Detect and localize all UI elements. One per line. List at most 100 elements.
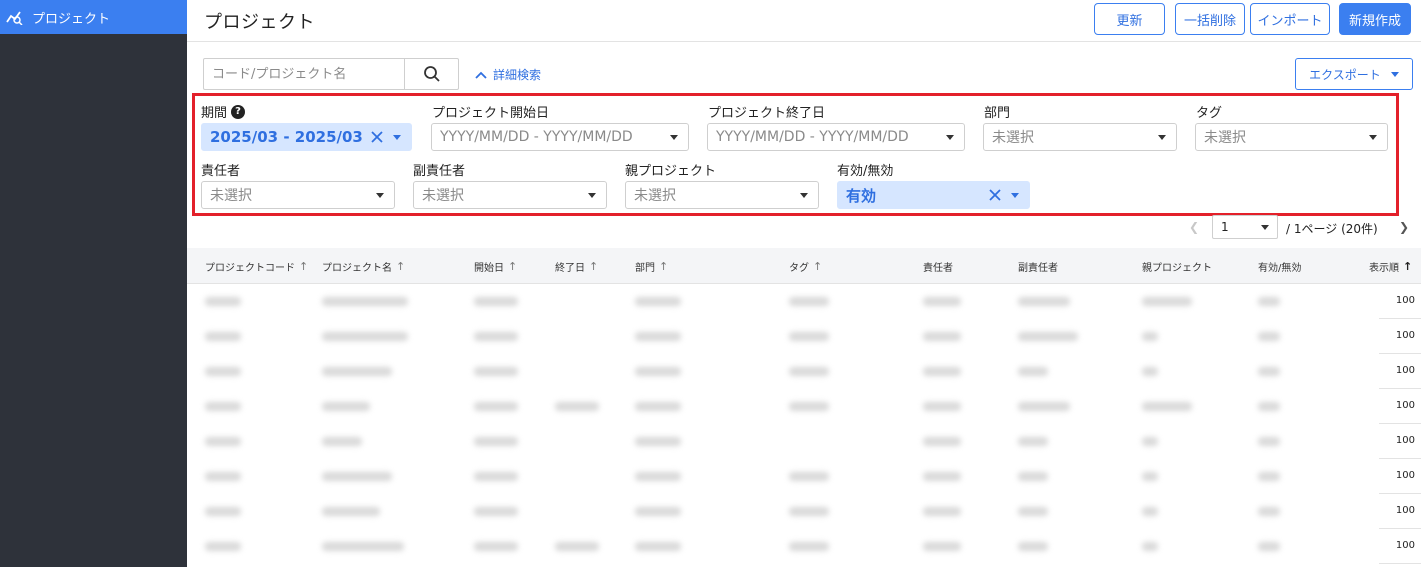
display-order-cell: 100	[1395, 505, 1415, 516]
manager-select[interactable]: 未選択	[201, 181, 395, 209]
obscured-cell	[1142, 297, 1192, 306]
obscured-cell	[635, 472, 681, 481]
obscured-cell	[474, 507, 518, 516]
create-new-button[interactable]: 新規作成	[1339, 3, 1411, 35]
department-placeholder: 未選択	[992, 130, 1034, 146]
active-status-select[interactable]: 有効	[837, 181, 1030, 209]
table-row[interactable]: 100	[187, 354, 1421, 389]
caret-down-icon	[1261, 225, 1269, 230]
import-button[interactable]: インポート	[1250, 3, 1330, 35]
obscured-cell	[789, 402, 829, 411]
clear-icon[interactable]	[987, 187, 1003, 203]
obscured-cell	[1258, 507, 1280, 516]
obscured-cell	[474, 332, 518, 341]
department-select[interactable]: 未選択	[983, 123, 1177, 151]
column-header-label: 副責任者	[1018, 263, 1058, 274]
table-row[interactable]: 100	[187, 424, 1421, 459]
active-status-value: 有効	[846, 186, 877, 205]
obscured-cell	[322, 402, 370, 411]
column-header-project-code[interactable]: プロジェクトコード ↑	[205, 259, 308, 274]
table-row[interactable]: 100	[187, 389, 1421, 424]
obscured-cell	[205, 297, 241, 306]
prev-page-icon[interactable]: ❮	[1189, 220, 1199, 234]
column-header-department[interactable]: 部門 ↑	[635, 259, 668, 274]
sort-arrow-icon: ↑	[659, 260, 669, 273]
obscured-cell	[1018, 507, 1048, 516]
clear-icon[interactable]	[369, 129, 385, 145]
column-header-start-date[interactable]: 開始日 ↑	[474, 259, 517, 274]
search-input[interactable]	[204, 59, 404, 89]
project-table: プロジェクトコード ↑ プロジェクト名 ↑ 開始日 ↑ 終了日 ↑ 部門 ↑ タグ ↑ 責任…	[187, 248, 1421, 564]
obscured-cell	[789, 332, 829, 341]
department-label: 部門	[984, 106, 1011, 121]
export-dropdown-button[interactable]: エクスポート	[1295, 58, 1413, 90]
obscured-cell	[1142, 472, 1158, 481]
column-header-label: プロジェクト名	[322, 263, 392, 274]
start-date-label: プロジェクト開始日	[432, 106, 550, 121]
table-row[interactable]: 100	[187, 494, 1421, 529]
sort-arrow-icon: ↑	[1403, 260, 1413, 273]
page-select[interactable]: 1	[1212, 215, 1278, 239]
column-header-label: 責任者	[923, 263, 953, 274]
advanced-search-toggle[interactable]: 詳細検索	[475, 66, 541, 83]
sub-manager-label: 副責任者	[413, 164, 466, 179]
search-button[interactable]	[404, 59, 458, 89]
obscured-cell	[635, 437, 681, 446]
obscured-cell	[635, 402, 681, 411]
period-select[interactable]: 2025/03 - 2025/03	[201, 123, 412, 151]
column-header-label: 終了日	[555, 263, 585, 274]
obscured-cell	[635, 542, 681, 551]
parent-project-select[interactable]: 未選択	[625, 181, 819, 209]
obscured-cell	[789, 472, 829, 481]
caret-down-icon	[588, 193, 596, 198]
display-order-cell: 100	[1395, 330, 1415, 341]
column-header-manager: 責任者	[923, 259, 953, 274]
obscured-cell	[1258, 332, 1280, 341]
tag-placeholder: 未選択	[1204, 130, 1246, 146]
sub-manager-select[interactable]: 未選択	[413, 181, 607, 209]
display-order-cell: 100	[1395, 470, 1415, 481]
chevron-up-icon	[475, 71, 487, 79]
column-header-project-name[interactable]: プロジェクト名 ↑	[322, 259, 405, 274]
column-header-tag[interactable]: タグ ↑	[789, 259, 822, 274]
tag-select[interactable]: 未選択	[1195, 123, 1388, 151]
help-icon[interactable]: ?	[231, 104, 246, 119]
obscured-cell	[923, 472, 961, 481]
caret-down-icon	[800, 193, 808, 198]
obscured-cell	[923, 542, 961, 551]
sidebar-item-project[interactable]: プロジェクト	[0, 0, 187, 34]
sidebar-item-label: プロジェクト	[32, 11, 111, 27]
obscured-cell	[1018, 402, 1070, 411]
bulk-delete-button[interactable]: 一括削除	[1175, 3, 1245, 35]
table-row[interactable]: 100	[187, 529, 1421, 564]
table-row[interactable]: 100	[187, 284, 1421, 319]
next-page-icon[interactable]: ❯	[1399, 220, 1409, 234]
column-header-end-date[interactable]: 終了日 ↑	[555, 259, 598, 274]
sort-arrow-icon: ↑	[299, 260, 309, 273]
table-body: 100 100 100 100 100 100 100 100	[187, 284, 1421, 564]
row-divider	[1379, 563, 1421, 564]
obscured-cell	[205, 472, 241, 481]
obscured-cell	[474, 402, 518, 411]
obscured-cell	[1018, 332, 1078, 341]
sort-arrow-icon: ↑	[813, 260, 823, 273]
obscured-cell	[474, 472, 518, 481]
caret-down-icon	[670, 135, 678, 140]
search-icon	[423, 66, 440, 82]
sidebar: プロジェクト	[0, 0, 187, 567]
obscured-cell	[205, 437, 241, 446]
obscured-cell	[205, 332, 241, 341]
column-header-label: タグ	[789, 263, 809, 274]
column-header-label: 部門	[635, 263, 655, 274]
obscured-cell	[789, 507, 829, 516]
column-header-display-order[interactable]: 表示順 ↑	[1369, 259, 1412, 274]
refresh-button[interactable]: 更新	[1094, 3, 1165, 35]
end-date-range-picker[interactable]: YYYY/MM/DD - YYYY/MM/DD	[707, 123, 965, 151]
column-header-sub-manager: 副責任者	[1018, 259, 1058, 274]
table-row[interactable]: 100	[187, 319, 1421, 354]
table-row[interactable]: 100	[187, 459, 1421, 494]
column-header-label: 有効/無効	[1258, 263, 1302, 274]
obscured-cell	[923, 402, 961, 411]
obscured-cell	[1142, 332, 1158, 341]
start-date-range-picker[interactable]: YYYY/MM/DD - YYYY/MM/DD	[431, 123, 689, 151]
